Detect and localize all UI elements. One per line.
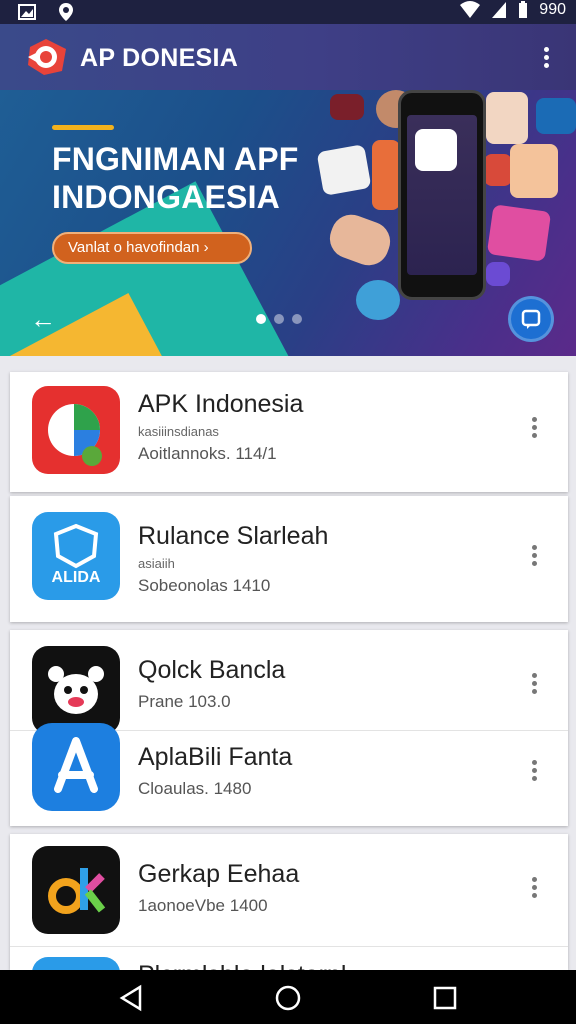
app-subtitle: asiaiih [138,556,175,571]
nav-back-icon[interactable] [118,984,144,1012]
app-meta: Aoitlannoks. 114/1 [138,444,277,463]
app-name: Rulance Slarleah [138,522,329,550]
system-nav-bar [0,970,576,1024]
app-tile-image [486,92,528,144]
list-item[interactable]: Qolck Bancla Prane 103.0 [10,630,568,734]
list-item[interactable]: Gerkap Eehaa 1aonoeVbe 1400 [10,834,568,946]
app-card: ALIDA Rulance Slarleah asiaiih Sobeonola… [10,496,568,622]
app-card: Qolck Bancla Prane 103.0 AplaBili Fanta … [10,630,568,826]
app-icon-partial [32,957,120,970]
item-menu-icon[interactable] [530,874,538,901]
app-tile-image [330,94,364,120]
gallery-notification-icon [18,4,36,20]
app-tile-image [484,154,512,186]
battery-icon [519,1,528,18]
list-item[interactable]: ALIDA Rulance Slarleah asiaiih Sobeonola… [10,496,568,622]
app-tile-image [316,144,372,196]
hero-title-line2: INDONGAESIA [52,179,280,215]
app-tile-image [356,280,400,320]
back-arrow-icon[interactable]: ← [30,304,56,335]
signal-icon [492,2,507,18]
list-item[interactable]: Plcrmlsble lelstarnl [10,946,568,970]
app-tile-image [486,262,510,286]
location-icon [59,3,73,21]
nav-recents-icon[interactable] [432,984,458,1012]
app-name: AplaBili Fanta [138,743,293,771]
status-time: 990 [539,1,566,18]
app-meta: Cloaulas. 1480 [138,779,252,798]
list-item[interactable]: APK Indonesia kasiiinsdianas Aoitlannoks… [10,372,568,492]
app-icon-aplabili [32,723,120,811]
app-meta: 1aonoeVbe 1400 [138,896,268,915]
phone-image [398,90,486,300]
app-tile-image [486,204,552,262]
hero-banner[interactable]: FNGNIMAN APF INDONGAESIA Vanlat o havofi… [0,90,576,356]
hand-image [324,209,396,271]
hero-title: FNGNIMAN APF INDONGAESIA [52,140,299,216]
item-menu-icon[interactable] [530,542,538,569]
wifi-icon [460,1,481,18]
app-tile-image [510,144,558,198]
overflow-menu-icon[interactable] [534,44,558,70]
app-name: Gerkap Eehaa [138,860,300,888]
item-menu-icon[interactable] [530,414,538,441]
fab-icon [521,309,541,329]
app-icon-qolck [32,646,120,734]
status-bar: 990 [0,0,576,24]
app-card: Gerkap Eehaa 1aonoeVbe 1400 Plcrmlsble l… [10,834,568,970]
nav-home-icon[interactable] [274,984,302,1012]
list-item[interactable]: AplaBili Fanta Cloaulas. 1480 [10,723,568,826]
app-icon-rulance: ALIDA [32,512,120,600]
app-name: APK Indonesia [138,390,304,418]
app-meta: Prane 103.0 [138,692,231,711]
item-menu-icon[interactable] [530,670,538,697]
app-icon-gerkap [32,846,120,934]
svg-text:ALIDA: ALIDA [52,569,101,586]
fab-button[interactable] [508,296,554,342]
hero-title-line1: FNGNIMAN APF [52,141,299,177]
hero-cta-button[interactable]: Vanlat o havofindan › [52,232,252,264]
app-logo-icon [28,39,66,75]
app-card: APK Indonesia kasiiinsdianas Aoitlannoks… [10,372,568,492]
app-subtitle: kasiiinsdianas [138,424,219,439]
app-bar: AP DONESIA [0,24,576,90]
item-menu-icon[interactable] [530,757,538,784]
app-title: AP DONESIA [80,44,239,72]
app-meta: Sobeonolas 1410 [138,576,271,595]
app-icon-apk-indonesia [32,386,120,474]
app-name: Plcrmlsble lelstarnl [138,961,346,970]
app-tile-image [372,140,400,210]
carousel-indicator [256,314,302,324]
app-tile-image [536,98,576,134]
app-name: Qolck Bancla [138,656,286,684]
accent-line [52,125,114,130]
